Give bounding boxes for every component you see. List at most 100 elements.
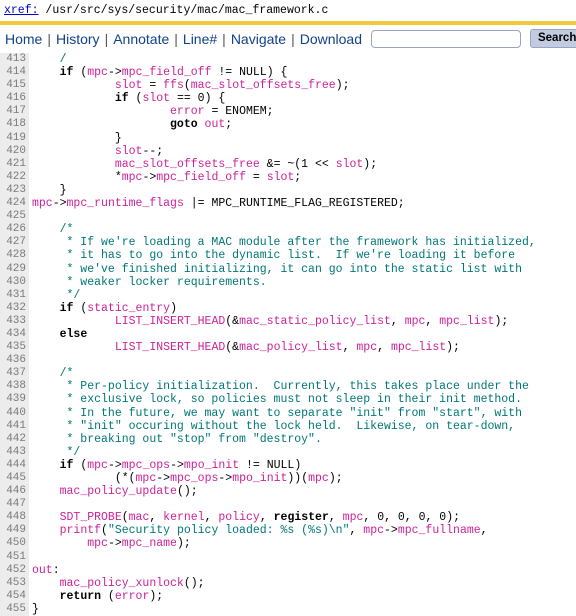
code-token-id[interactable]: static_entry [87,302,170,315]
code-token-id[interactable]: mpc_list [439,315,494,328]
code-token-id[interactable]: mpo_init [184,459,239,472]
code-token-id[interactable]: printf [60,524,101,537]
code-token-id[interactable]: mac_static_policy_list [239,315,391,328]
line-number[interactable]: 436 [0,354,29,368]
code-token-id[interactable]: mpc [136,472,157,485]
line-number[interactable]: 435 [0,341,29,355]
code-token-id[interactable]: mpc [363,524,384,537]
nav-link-navigate[interactable]: Navigate [230,31,287,47]
line-number[interactable]: 432 [0,301,29,315]
line-number[interactable]: 441 [0,419,29,433]
code-token-id[interactable]: mpo_init [232,472,287,485]
line-number[interactable]: 420 [0,144,29,158]
line-number[interactable]: 448 [0,511,29,525]
search-button[interactable]: Search [529,29,576,48]
line-number[interactable]: 427 [0,236,29,250]
code-token-id[interactable]: mpc_ops [122,459,170,472]
line-number[interactable]: 442 [0,432,29,446]
line-number[interactable]: 433 [0,314,29,328]
line-number[interactable]: 430 [0,275,29,289]
line-number[interactable]: 439 [0,393,29,407]
line-number[interactable]: 419 [0,131,29,145]
code-token-id[interactable]: mpc_fullname [398,524,481,537]
code-token-id[interactable]: mpc [405,315,426,328]
line-number[interactable]: 454 [0,589,29,603]
line-number[interactable]: 434 [0,327,29,342]
code-token-id[interactable]: mac_slot_offsets_free [115,158,260,171]
nav-link-download[interactable]: Download [299,31,363,47]
code-token-id[interactable]: mpc [87,537,108,550]
line-number[interactable]: 440 [0,406,29,420]
code-token-id[interactable]: mpc [343,511,364,524]
code-token-id[interactable]: out [205,118,226,131]
line-number[interactable]: 426 [0,223,29,237]
code-token-id[interactable]: LIST_INSERT_HEAD [115,341,225,354]
line-number[interactable]: 438 [0,380,29,394]
code-token-id[interactable]: slot [115,145,143,158]
code-token-id[interactable]: slot [115,79,143,92]
line-number[interactable]: 452 [0,563,29,577]
code-token-id[interactable]: mpc [87,66,108,79]
line-number[interactable]: 417 [0,105,29,119]
code-token-id[interactable]: SDT_PROBE [60,511,122,524]
line-number[interactable]: 451 [0,550,29,564]
code-token-id[interactable]: mpc [356,341,377,354]
code-token-id[interactable]: mac_policy_xunlock [60,577,184,590]
code-token-id[interactable]: mpc_field_off [156,171,246,184]
line-number[interactable]: 421 [0,157,29,171]
code-token-id[interactable]: error [170,105,205,118]
line-number[interactable]: 446 [0,485,29,499]
line-number[interactable]: 455 [0,602,29,616]
code-token-id[interactable]: LIST_INSERT_HEAD [115,315,225,328]
line-number[interactable]: 437 [0,367,29,381]
code-token-id[interactable]: mac [129,511,150,524]
code-token-id[interactable]: policy [218,511,259,524]
code-token-id[interactable]: mpc_field_off [122,66,212,79]
line-number[interactable]: 423 [0,183,29,198]
code-token-id[interactable]: mpc_name [122,537,177,550]
line-number[interactable]: 447 [0,498,29,512]
nav-link-annotate[interactable]: Annotate [112,31,170,47]
nav-link-home[interactable]: Home [4,31,43,47]
code-token-id[interactable]: out [32,564,53,577]
xref-label[interactable]: xref: [4,4,39,17]
code-token-id[interactable]: mpc_ops [170,472,218,485]
search-input[interactable] [370,29,521,48]
line-number[interactable]: 429 [0,262,29,276]
line-number[interactable]: 416 [0,92,29,106]
code-token-id[interactable]: mac_slot_offsets_free [191,79,336,92]
nav-link-history[interactable]: History [55,31,101,47]
line-number[interactable]: 444 [0,458,29,472]
code-token-id[interactable]: mpc_runtime_flags [67,197,184,210]
code-token-id[interactable]: mpc [32,197,53,210]
line-number[interactable]: 418 [0,118,29,132]
line-number[interactable]: 428 [0,249,29,263]
code-token-id[interactable]: mpc [308,472,329,485]
line-number[interactable]: 445 [0,472,29,486]
line-number[interactable]: 425 [0,210,29,224]
line-number[interactable]: 414 [0,66,29,80]
line-number[interactable]: 413 [0,53,29,67]
code-token-id[interactable]: error [115,590,150,603]
code-token-id[interactable]: mac_policy_update [60,485,177,498]
code-token-id[interactable]: mpc [122,171,143,184]
code-token-id[interactable]: mpc_list [391,341,446,354]
code-token-id[interactable]: mac_policy_list [239,341,343,354]
line-number[interactable]: 450 [0,537,29,551]
code-token-id[interactable]: slot [336,158,364,171]
line-number[interactable]: 415 [0,79,29,93]
line-number[interactable]: 443 [0,445,29,459]
line-number[interactable]: 453 [0,576,29,590]
line-number[interactable]: 449 [0,524,29,538]
nav-link-linenum[interactable]: Line# [182,31,218,47]
line-number[interactable]: 424 [0,197,29,211]
line-number[interactable]: 431 [0,288,29,302]
code-token-id[interactable]: slot [142,92,170,105]
code-token-id[interactable]: mpc [87,459,108,472]
line-number[interactable]: 422 [0,170,29,184]
code-token-id[interactable]: slot [267,171,295,184]
code-token-cm: * weaker locker requirements. [32,275,267,289]
code-token-id[interactable]: kernel [163,511,204,524]
code-token-id[interactable]: ffs [163,79,184,92]
